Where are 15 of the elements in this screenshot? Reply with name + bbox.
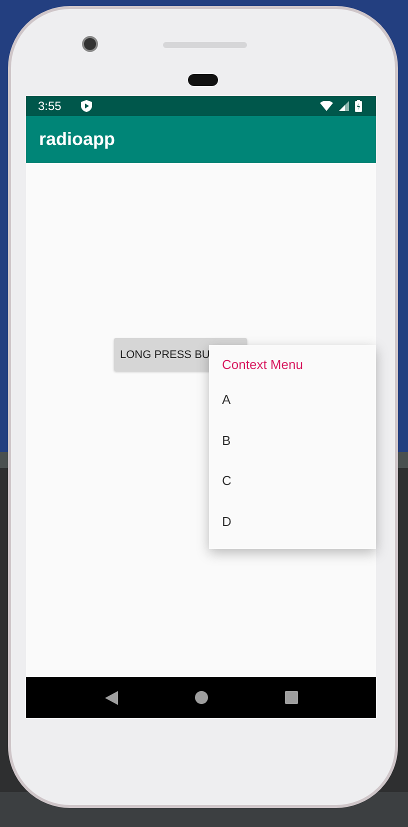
home-icon[interactable]: [194, 691, 208, 704]
status-time: 3:55: [38, 99, 62, 113]
camera-icon: [82, 36, 98, 52]
app-title: radioapp: [39, 129, 116, 150]
menu-item[interactable]: A: [209, 380, 376, 420]
menu-item[interactable]: B: [209, 420, 376, 461]
menu-item[interactable]: D: [209, 502, 376, 542]
battery-icon: [355, 100, 362, 112]
shield-icon: [81, 100, 92, 112]
sensor-icon: [188, 74, 218, 86]
menu-item[interactable]: C: [209, 461, 376, 502]
wifi-icon: [320, 101, 333, 111]
recents-icon[interactable]: [284, 691, 298, 704]
back-icon[interactable]: [104, 690, 118, 704]
signal-icon: [339, 101, 349, 111]
